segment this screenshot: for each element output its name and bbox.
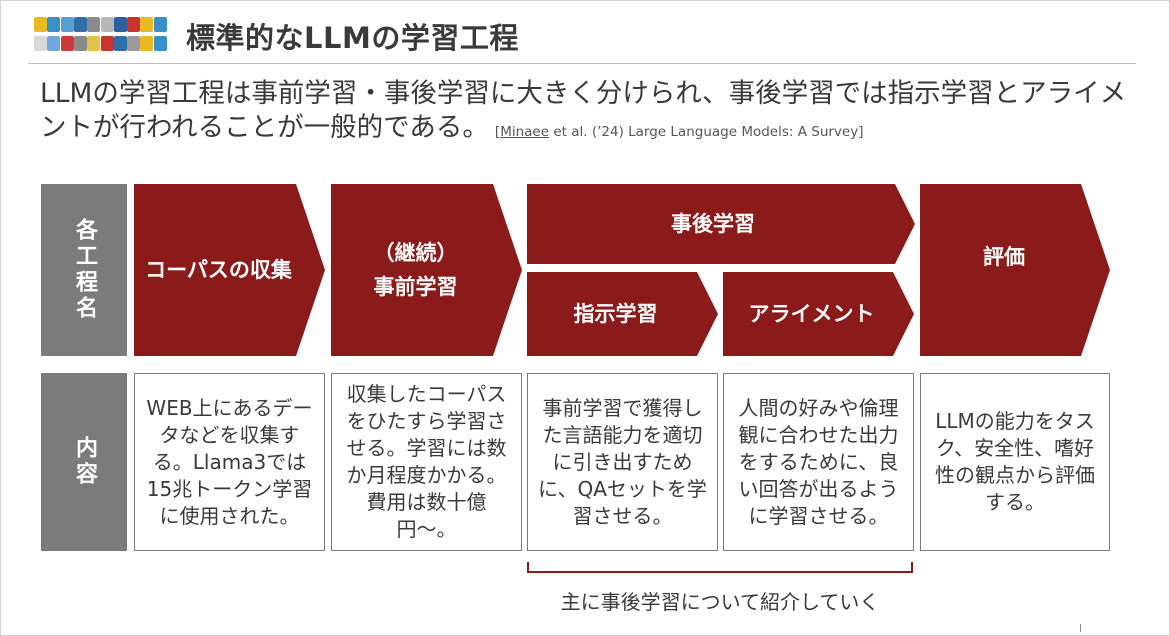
- stage-label-evaluation: 評価: [983, 245, 1025, 269]
- logo-tile: [140, 36, 154, 51]
- logo-tile: [47, 36, 61, 51]
- stage-arrow-pretrain: （継続） 事前学習: [331, 184, 522, 356]
- content-row-label-text: 内容: [72, 436, 97, 488]
- posttrain-bracket: [527, 562, 913, 573]
- reference-rest: et al. (’24) Large Language Models: A Su…: [549, 124, 864, 140]
- logo-tile: [34, 17, 47, 32]
- logo-tile: [60, 36, 74, 51]
- logo-tile: [127, 36, 141, 51]
- logo-tile: [60, 17, 74, 32]
- lead-text-block: LLMの学習工程は事前学習・事後学習に大きく分けられ、事後学習では指示学習とアラ…: [40, 77, 1150, 149]
- content-box-corpus: WEB上にあるデータなどを収集する。Llama3では15兆トークン学習に使用され…: [134, 373, 325, 551]
- logo-tile: [113, 17, 127, 32]
- logo-tile: [153, 17, 167, 32]
- stage-label-corpus: コーパスの収集: [145, 258, 292, 282]
- slide-title: 標準的なLLMの学習工程: [186, 21, 519, 55]
- logo-tile: [87, 36, 101, 51]
- reference-author-link[interactable]: Minaee: [500, 124, 549, 140]
- logo-mosaic: [34, 17, 167, 55]
- logo-tile: [113, 36, 127, 51]
- focus-note: 主に事後学習について紹介していく: [560, 590, 880, 614]
- description-pretrain: 収集したコーパスをひたすら学習させる。学習には数か月程度かかる。費用は数十億円〜…: [346, 382, 507, 541]
- logo-tile: [73, 36, 87, 51]
- stage-arrow-alignment: アライメント: [723, 272, 914, 356]
- description-instruction: 事前学習で獲得した言語能力を適切に引き出すために、QAセットを学習させる。: [538, 395, 707, 528]
- process-row-label-text: 各工程名: [72, 218, 97, 322]
- stage-arrow-corpus: コーパスの収集: [134, 184, 325, 356]
- logo-tile: [153, 36, 167, 51]
- description-corpus: WEB上にあるデータなどを収集する。Llama3では15兆トークン学習に使用され…: [146, 395, 313, 528]
- stage-arrow-posttrain: 事後学習: [527, 184, 915, 264]
- stage-label-instruction: 指示学習: [573, 302, 658, 326]
- logo-tile: [73, 17, 87, 32]
- content-box-instruction: 事前学習で獲得した言語能力を適切に引き出すために、QAセットを学習させる。: [527, 373, 718, 551]
- logo-tile: [47, 17, 61, 32]
- title-divider: [28, 63, 1136, 64]
- logo-tile: [127, 17, 141, 32]
- logo-tile: [100, 36, 114, 51]
- logo-tile: [140, 17, 154, 32]
- stage-label-pretrain: （継続） 事前学習: [373, 241, 458, 299]
- content-box-alignment: 人間の好みや倫理観に合わせた出力をするために、良い回答が出るように学習させる。: [723, 373, 914, 551]
- logo-tile: [87, 17, 101, 32]
- content-box-pretrain: 収集したコーパスをひたすら学習させる。学習には数か月程度かかる。費用は数十億円〜…: [331, 373, 522, 551]
- description-alignment: 人間の好みや倫理観に合わせた出力をするために、良い回答が出るように学習させる。: [738, 395, 899, 528]
- content-row-label: 内容: [41, 373, 127, 551]
- stage-arrow-evaluation: 評価: [920, 184, 1110, 356]
- reference-citation: [Minaee et al. (’24) Large Language Mode…: [495, 124, 864, 140]
- logo-tile: [100, 17, 114, 32]
- stage-label-alignment: アライメント: [748, 302, 875, 326]
- logo-tile: [34, 36, 47, 51]
- page-marker: [1080, 624, 1081, 632]
- content-box-evaluation: LLMの能力をタスク、安全性、嗜好性の観点から評価する。: [920, 373, 1110, 551]
- stage-arrow-instruction: 指示学習: [527, 272, 718, 356]
- stage-label-posttrain: 事後学習: [671, 212, 755, 236]
- process-row-label: 各工程名: [41, 184, 127, 356]
- description-evaluation: LLMの能力をタスク、安全性、嗜好性の観点から評価する。: [935, 409, 1095, 514]
